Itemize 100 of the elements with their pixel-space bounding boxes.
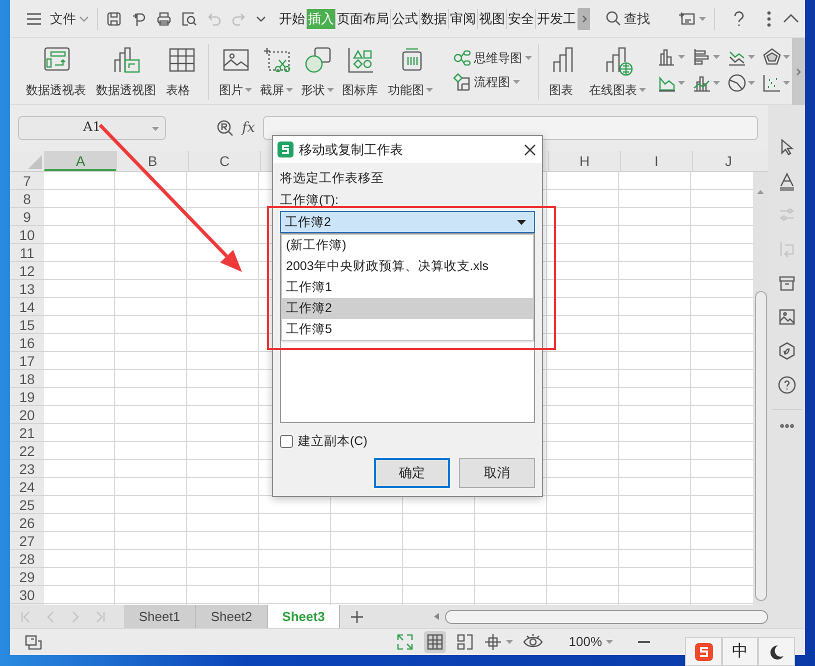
ime-mode-button[interactable]: 中 bbox=[722, 637, 758, 666]
collapse-icon[interactable] bbox=[783, 14, 799, 23]
prompt-text: 将选定工作表移至 bbox=[280, 170, 385, 187]
chart-type-button[interactable] bbox=[693, 74, 720, 92]
caret-icon bbox=[748, 81, 755, 85]
sheet-tab[interactable]: Sheet2 bbox=[196, 605, 268, 628]
crosshair-icon bbox=[484, 633, 502, 651]
caret-icon bbox=[606, 640, 613, 644]
scatter-chart-icon bbox=[763, 74, 781, 92]
column-header[interactable]: C bbox=[188, 151, 260, 171]
save-icon[interactable] bbox=[106, 10, 122, 26]
caret-icon bbox=[699, 16, 706, 20]
menu-tab[interactable]: 审阅 bbox=[449, 8, 478, 28]
dialog-button[interactable]: 确定 bbox=[374, 458, 450, 488]
dropdown-option[interactable]: (新工作簿) bbox=[282, 235, 533, 256]
menu-tab[interactable]: 页面布局 bbox=[336, 8, 391, 28]
caret-icon bbox=[678, 81, 685, 85]
menu-tab[interactable]: 公式 bbox=[391, 8, 420, 28]
ribbon-button[interactable]: 图片 bbox=[215, 44, 256, 99]
moon-icon[interactable] bbox=[768, 644, 784, 660]
leaf-badge-icon[interactable] bbox=[776, 341, 796, 361]
chart-type-button[interactable] bbox=[763, 74, 790, 92]
area-chart-icon bbox=[658, 74, 676, 92]
dialog-button[interactable]: 取消 bbox=[459, 458, 535, 488]
name-box[interactable]: A1 bbox=[18, 116, 166, 140]
close-button[interactable] bbox=[524, 144, 536, 156]
image-icon[interactable] bbox=[776, 307, 796, 327]
scroll-left-icon[interactable] bbox=[434, 613, 439, 620]
menu-tab[interactable]: 视图 bbox=[478, 8, 507, 28]
chart-type-button[interactable] bbox=[728, 74, 755, 92]
menu-tab[interactable]: 数据 bbox=[420, 8, 449, 28]
fullscreen-icon[interactable] bbox=[396, 633, 414, 651]
search-icon bbox=[606, 11, 621, 26]
more-icon[interactable] bbox=[778, 424, 794, 428]
caret-icon bbox=[783, 81, 790, 85]
normal-view-button[interactable] bbox=[424, 631, 446, 653]
column-header[interactable]: A bbox=[44, 151, 116, 171]
column-header[interactable]: J bbox=[692, 151, 764, 171]
ribbon-button[interactable]: 表格 bbox=[162, 44, 202, 99]
export-icon[interactable] bbox=[131, 10, 147, 26]
copy-checkbox[interactable] bbox=[280, 434, 293, 448]
menu-icon[interactable] bbox=[26, 12, 42, 24]
bar-chart-icon bbox=[693, 48, 711, 66]
sheet-listbox[interactable]: (新工作簿) 2003年中央财政预算、决算收支.xls 工作簿1 工作簿2 工作簿5 bbox=[280, 233, 535, 423]
chart-type-button[interactable] bbox=[693, 48, 720, 66]
chart-type-button[interactable] bbox=[658, 74, 685, 92]
chart-type-button[interactable] bbox=[658, 48, 685, 66]
function-button[interactable]: fx bbox=[242, 118, 256, 138]
chart-type-button[interactable] bbox=[763, 48, 790, 66]
caret-icon bbox=[678, 55, 685, 59]
radar-chart-icon bbox=[763, 48, 781, 66]
chevron-right-icon bbox=[582, 14, 586, 22]
dropdown-option[interactable]: 2003年中央财政预算、决算收支.xls bbox=[282, 256, 533, 277]
ribbon-button[interactable]: 图标库 bbox=[338, 44, 384, 99]
vertical-scrollbar[interactable] bbox=[753, 172, 768, 605]
add-sheet-icon[interactable] bbox=[350, 610, 364, 624]
zoom-icon[interactable] bbox=[216, 119, 234, 137]
ribbon-button[interactable]: 数据透视表 bbox=[22, 44, 92, 99]
ribbon-button[interactable]: 在线图表 bbox=[585, 44, 650, 99]
ribbon-button[interactable]: 思维导图 bbox=[453, 46, 532, 70]
find-button[interactable]: 查找 bbox=[606, 8, 650, 28]
ime-logo-icon[interactable] bbox=[694, 642, 714, 662]
help-icon[interactable] bbox=[733, 10, 745, 26]
ribbon-button[interactable]: 功能图 bbox=[384, 44, 437, 99]
more-icon[interactable] bbox=[256, 14, 266, 22]
zoom-out-icon[interactable] bbox=[637, 640, 651, 644]
file-menu[interactable]: 文件 bbox=[50, 8, 89, 28]
macro-icon[interactable] bbox=[24, 633, 42, 651]
close-icon bbox=[524, 144, 536, 156]
dropdown-option[interactable]: 工作簿1 bbox=[282, 277, 533, 298]
sheet-tab[interactable]: Sheet3 bbox=[268, 605, 340, 628]
workbook-dropdown[interactable]: 工作簿2 bbox=[280, 211, 535, 233]
ribbon-button[interactable]: 截屏 bbox=[256, 44, 297, 99]
reading-layout-button[interactable] bbox=[484, 633, 513, 651]
dropdown-option[interactable]: 工作簿2 bbox=[282, 298, 533, 319]
caret-icon bbox=[713, 81, 720, 85]
print-preview-icon[interactable] bbox=[181, 10, 197, 26]
note-icon[interactable] bbox=[678, 10, 696, 26]
eye-icon[interactable] bbox=[522, 634, 543, 650]
help-circle-icon[interactable] bbox=[776, 375, 796, 395]
more-options-icon[interactable] bbox=[767, 10, 771, 26]
zoom-dropdown[interactable]: 100% bbox=[568, 632, 613, 652]
pie-chart-icon bbox=[728, 74, 746, 92]
page-break-icon[interactable] bbox=[456, 633, 474, 651]
dropdown-option[interactable]: 工作簿5 bbox=[282, 319, 533, 340]
ribbon-button[interactable]: 数据透视图 bbox=[92, 44, 162, 99]
tab-scroll-button[interactable] bbox=[578, 8, 590, 30]
column-header[interactable]: H bbox=[548, 151, 620, 171]
ribbon-button[interactable]: 流程图 bbox=[453, 70, 532, 94]
chevron-right-icon bbox=[796, 68, 801, 76]
ribbon-button[interactable]: 图表 bbox=[545, 44, 585, 99]
print-icon[interactable] bbox=[156, 10, 172, 26]
horizontal-scrollbar[interactable] bbox=[445, 610, 768, 624]
column-header[interactable]: B bbox=[116, 151, 188, 171]
ribbon-button[interactable]: 形状 bbox=[297, 44, 338, 99]
sheet-tab[interactable]: Sheet1 bbox=[124, 605, 196, 628]
column-header[interactable]: I bbox=[620, 151, 692, 171]
flowchart-icon bbox=[453, 73, 471, 91]
dialog-title: 移动或复制工作表 bbox=[299, 140, 403, 159]
menu-tab[interactable]: 安全 bbox=[507, 8, 536, 28]
